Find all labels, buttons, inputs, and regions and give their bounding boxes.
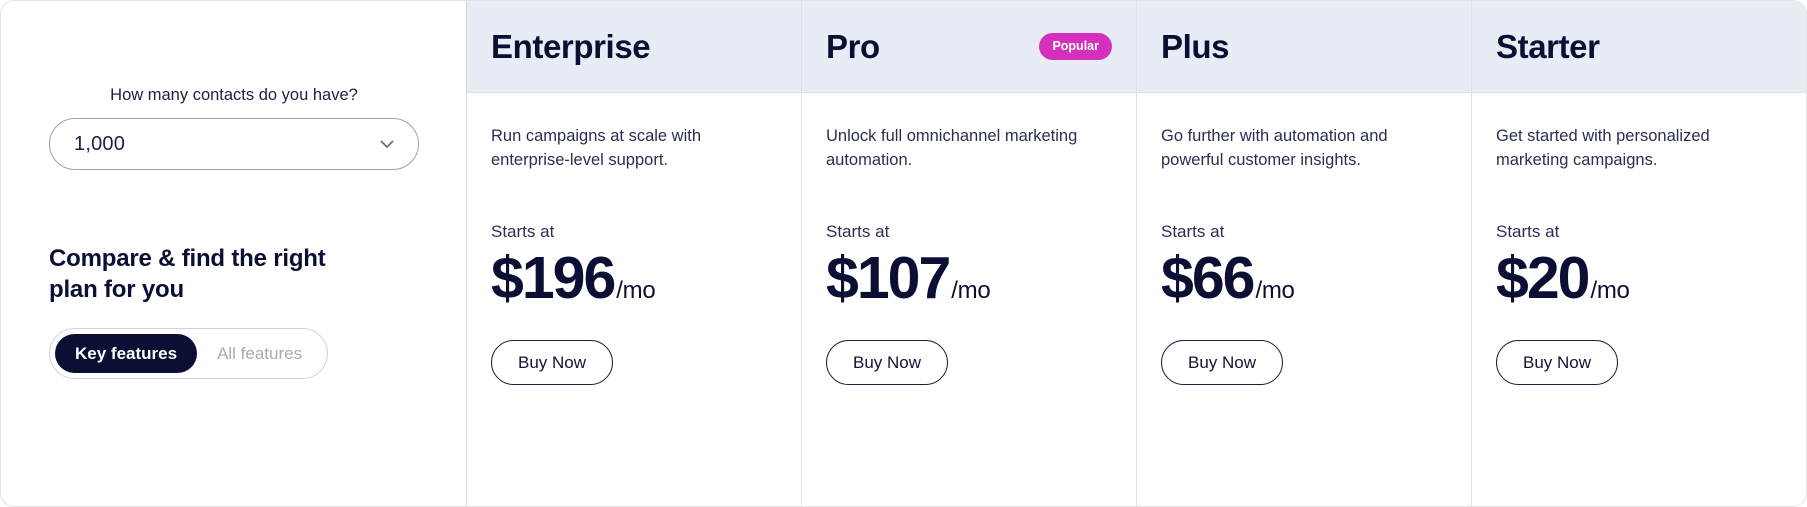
plan-description: Unlock full omnichannel marketing automa…	[826, 127, 1078, 169]
price-row: $20 /mo	[1496, 244, 1782, 311]
feature-view-toggle[interactable]: Key features All features	[49, 327, 329, 379]
toggle-all-features[interactable]: All features	[197, 334, 322, 373]
price-amount: $66	[1161, 244, 1255, 311]
price-row: $196 /mo	[491, 244, 777, 311]
compare-block: Compare & find the right plan for you Ke…	[49, 244, 419, 379]
price-row: $107 /mo	[826, 244, 1112, 311]
plan-body-pro: Unlock full omnichannel marketing automa…	[802, 93, 1136, 506]
plan-column-plus: Plus Go further with automation and powe…	[1137, 1, 1472, 506]
price-amount: $20	[1496, 244, 1590, 311]
price-amount: $107	[826, 244, 951, 311]
plan-name: Plus	[1161, 28, 1230, 65]
plan-column-starter: Starter Get started with personalized ma…	[1472, 1, 1806, 506]
plan-description: Get started with personalized marketing …	[1496, 127, 1710, 169]
price-amount: $196	[491, 244, 616, 311]
buy-now-button[interactable]: Buy Now	[1161, 339, 1284, 385]
plan-header-enterprise: Enterprise	[467, 1, 801, 93]
plan-name: Enterprise	[491, 28, 651, 65]
plan-name: Pro	[826, 28, 880, 65]
plan-column-pro: Pro Popular Unlock full omnichannel mark…	[802, 1, 1137, 506]
plan-name: Starter	[1496, 28, 1600, 65]
plan-body-plus: Go further with automation and powerful …	[1137, 93, 1471, 506]
plan-body-enterprise: Run campaigns at scale with enterprise-l…	[467, 93, 801, 506]
plan-columns: Enterprise Run campaigns at scale with e…	[467, 0, 1807, 507]
starts-at-label: Starts at	[826, 221, 890, 241]
contacts-count-value: 1,000	[74, 132, 126, 155]
plan-column-enterprise: Enterprise Run campaigns at scale with e…	[467, 1, 802, 506]
contacts-count-select[interactable]: 1,000	[49, 118, 419, 171]
price-row: $66 /mo	[1161, 244, 1447, 311]
buy-now-button[interactable]: Buy Now	[491, 339, 614, 385]
plan-body-starter: Get started with personalized marketing …	[1472, 93, 1806, 506]
price-period: /mo	[951, 276, 991, 304]
plan-description: Go further with automation and powerful …	[1161, 127, 1388, 169]
toggle-key-features[interactable]: Key features	[55, 333, 198, 373]
panel-divider	[466, 1, 467, 506]
contacts-selector-block: How many contacts do you have? 1,000	[49, 85, 419, 171]
plan-selector-panel: How many contacts do you have? 1,000 Com…	[0, 0, 467, 507]
starts-at-label: Starts at	[1496, 221, 1560, 241]
compare-heading: Compare & find the right plan for you	[49, 245, 326, 304]
price-period: /mo	[616, 276, 656, 304]
popular-badge: Popular	[1039, 33, 1112, 60]
pricing-comparison-table: How many contacts do you have? 1,000 Com…	[0, 0, 1807, 507]
plan-header-plus: Plus	[1137, 1, 1471, 93]
starts-at-label: Starts at	[1161, 221, 1225, 241]
plan-header-starter: Starter	[1472, 1, 1806, 93]
contacts-question-label: How many contacts do you have?	[110, 86, 358, 104]
plan-description: Run campaigns at scale with enterprise-l…	[491, 127, 702, 169]
price-period: /mo	[1255, 276, 1295, 304]
chevron-down-icon	[378, 135, 396, 153]
starts-at-label: Starts at	[491, 221, 555, 241]
buy-now-button[interactable]: Buy Now	[826, 339, 949, 385]
plan-header-pro: Pro Popular	[802, 1, 1136, 93]
buy-now-button[interactable]: Buy Now	[1496, 339, 1619, 385]
price-period: /mo	[1590, 276, 1630, 304]
